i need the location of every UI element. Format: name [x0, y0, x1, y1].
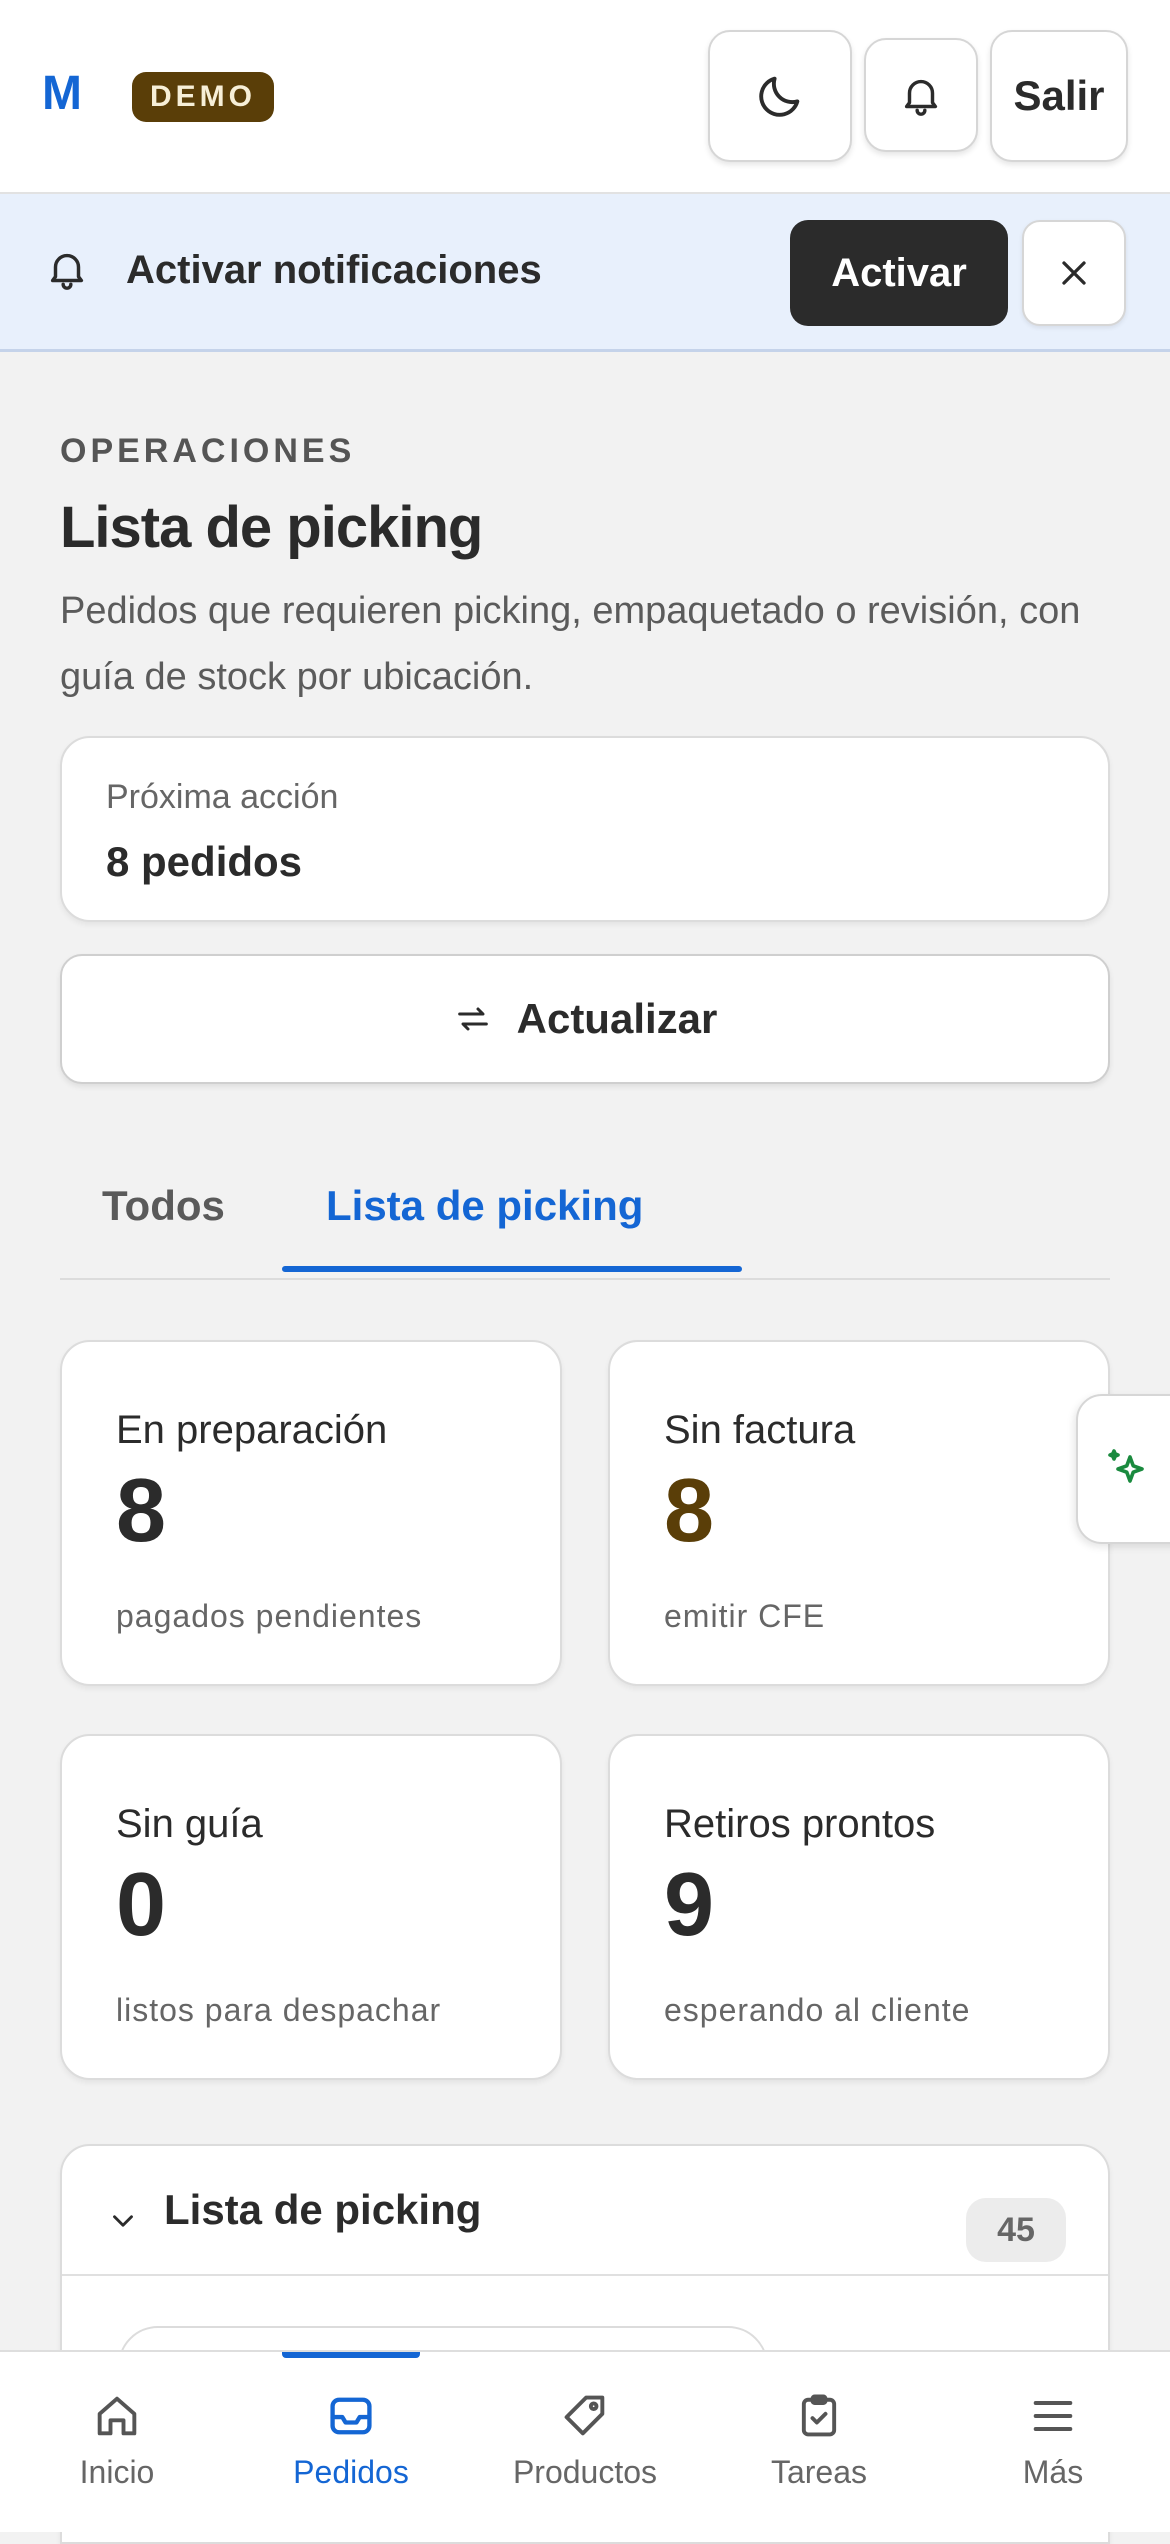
view-tabs: Todos Lista de picking: [60, 1170, 1110, 1280]
nav-label: Productos: [512, 2454, 658, 2490]
stat-label: Retiros prontos: [664, 1802, 936, 1846]
menu-icon: [1033, 2401, 1073, 2431]
app-logo[interactable]: M: [42, 66, 83, 121]
stat-card-sin-guia[interactable]: Sin guía 0 listos para despachar: [60, 1734, 562, 2080]
picking-list-title: Lista de picking: [164, 2186, 482, 2233]
home-icon: [97, 2396, 137, 2436]
chevron-down-icon: [113, 2215, 133, 2227]
stat-caption: emitir CFE: [664, 1598, 826, 1634]
top-bar: M DEMO Salir: [0, 0, 1170, 194]
stat-card-retiros-prontos[interactable]: Retiros prontos 9 esperando al cliente: [608, 1734, 1110, 2080]
demo-badge: DEMO: [132, 72, 274, 122]
section-eyebrow: OPERACIONES: [60, 432, 356, 470]
refresh-icon: [457, 1007, 488, 1031]
stat-label: Sin factura: [664, 1408, 856, 1452]
assistant-button[interactable]: [1076, 1394, 1170, 1544]
nav-item-mas[interactable]: Más: [936, 2352, 1170, 2534]
nav-label: Más: [1022, 2454, 1084, 2490]
page-title: Lista de picking: [60, 495, 483, 560]
tag-icon: [564, 2395, 605, 2436]
inbox-icon: [330, 2397, 372, 2435]
bell-icon: [904, 79, 938, 116]
stat-card-sin-factura[interactable]: Sin factura 8 emitir CFE: [608, 1340, 1110, 1686]
next-action-card: Próxima acción 8 pedidos: [60, 736, 1110, 922]
tab-todos[interactable]: Todos: [102, 1182, 225, 1230]
stat-value: 8: [664, 1461, 715, 1561]
picking-list-count-badge: 45: [966, 2198, 1066, 2262]
next-action-label: Próxima acción: [106, 778, 339, 816]
exit-button[interactable]: Salir: [990, 30, 1128, 162]
nav-item-inicio[interactable]: Inicio: [0, 2352, 234, 2534]
close-icon: [1062, 261, 1086, 285]
stat-value: 8: [116, 1461, 167, 1561]
sparkles-icon: [1108, 1449, 1144, 1483]
dismiss-banner-button[interactable]: [1022, 220, 1126, 326]
stat-caption: esperando al cliente: [664, 1992, 971, 2028]
notifications-button[interactable]: [864, 38, 978, 152]
stat-caption: pagados pendientes: [116, 1598, 423, 1634]
bell-icon: [50, 253, 84, 290]
notification-banner-text: Activar notificaciones: [126, 248, 542, 292]
active-tab-indicator: [282, 1266, 742, 1272]
nav-item-productos[interactable]: Productos: [468, 2352, 702, 2534]
stat-value: 9: [664, 1855, 715, 1955]
tab-lista-de-picking[interactable]: Lista de picking: [326, 1182, 643, 1230]
nav-label: Tareas: [770, 2454, 868, 2490]
theme-toggle-button[interactable]: [708, 30, 852, 162]
activate-notifications-button[interactable]: Activar: [790, 220, 1008, 326]
stat-caption: listos para despachar: [116, 1992, 442, 2028]
stat-label: En preparación: [116, 1408, 388, 1452]
notification-banner: Activar notificaciones Activar: [0, 194, 1170, 352]
refresh-button[interactable]: Actualizar: [60, 954, 1110, 1084]
nav-item-tareas[interactable]: Tareas: [702, 2352, 936, 2534]
nav-label: Inicio: [79, 2454, 155, 2490]
nav-item-pedidos[interactable]: Pedidos: [234, 2352, 468, 2534]
next-action-value: 8 pedidos: [106, 838, 303, 885]
bottom-navigation: Inicio Pedidos Productos Tareas Más: [0, 2350, 1170, 2532]
moon-icon: [759, 76, 800, 117]
clipboard-check-icon: [801, 2394, 837, 2437]
refresh-label: Actualizar: [516, 995, 718, 1042]
stat-card-en-preparacion[interactable]: En preparación 8 pagados pendientes: [60, 1340, 562, 1686]
picking-list-header[interactable]: Lista de picking 45: [62, 2146, 1108, 2276]
stat-label: Sin guía: [116, 1802, 263, 1846]
stat-value: 0: [116, 1855, 167, 1955]
page-description: Pedidos que requieren picking, empaqueta…: [60, 590, 1081, 698]
nav-label: Pedidos: [293, 2454, 409, 2490]
